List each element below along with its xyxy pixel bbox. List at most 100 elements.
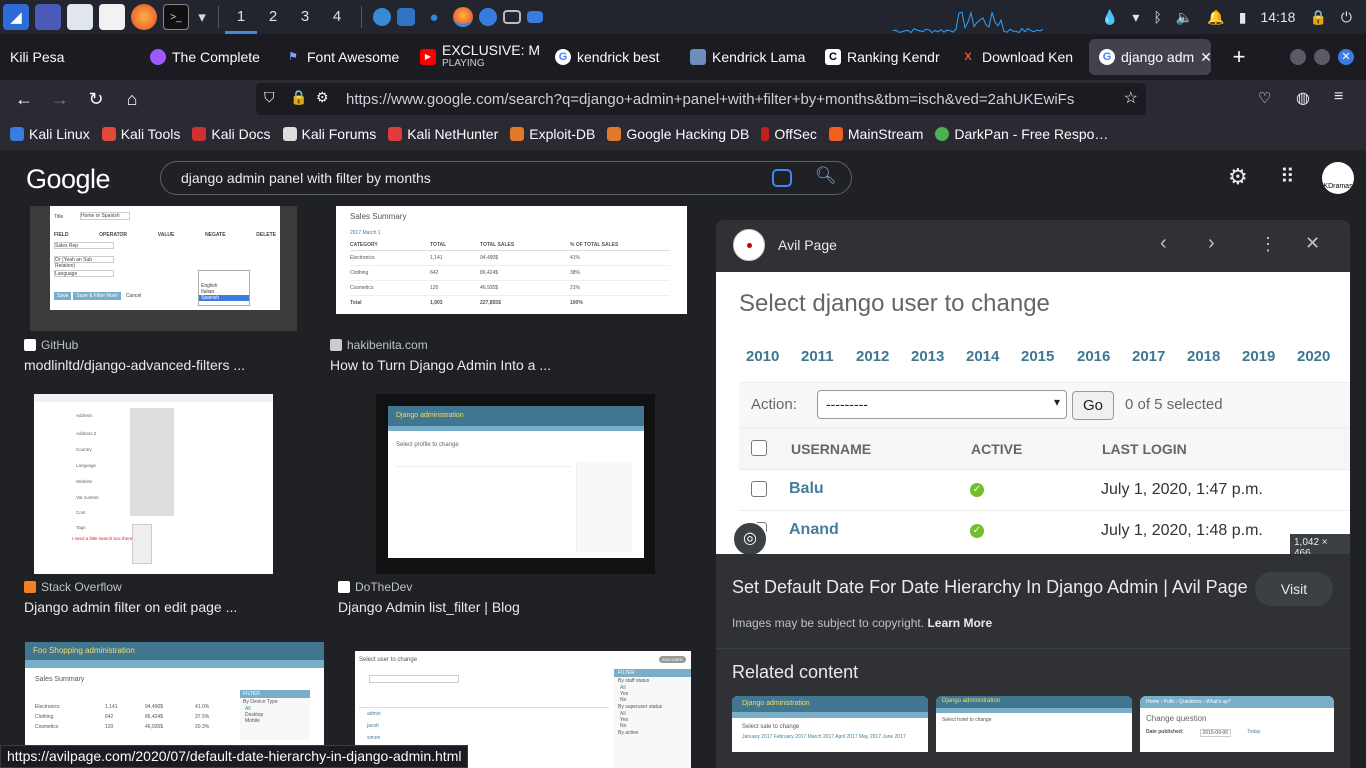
search-input[interactable]: django admin panel with filter by months… — [160, 161, 852, 195]
result-title[interactable]: Django admin filter on edit page ... — [24, 599, 237, 615]
url-bar[interactable]: ⛉ 🔒 ⚙ https://www.google.com/search?q=dj… — [256, 83, 1146, 115]
bookmark-darkpan[interactable]: DarkPan - Free Respo… — [935, 126, 1108, 142]
workspace-4[interactable]: 4 — [321, 0, 353, 34]
bookmark-star-icon[interactable]: ☆ — [1124, 88, 1138, 108]
desktop-icon[interactable] — [35, 4, 61, 30]
clock[interactable]: 14:18 — [1260, 9, 1295, 25]
chevron-down-icon[interactable]: ▾ — [195, 4, 209, 30]
bell-icon[interactable]: 🔔 — [1207, 9, 1224, 26]
new-tab-button[interactable]: + — [1221, 44, 1257, 70]
tab-download-kendrick[interactable]: X Download Ken — [950, 34, 1085, 80]
related-thumbnail[interactable]: Django administration Select hotel to ch… — [936, 696, 1132, 752]
lens-icon[interactable] — [772, 169, 792, 187]
home-icon[interactable]: ⌂ — [114, 89, 150, 110]
maximize-button[interactable] — [1314, 49, 1330, 65]
result-thumbnail-dothedev[interactable]: Django administration Select profile to … — [376, 394, 655, 574]
battery-icon[interactable]: ▮ — [1239, 9, 1247, 26]
result-source[interactable]: DoTheDev — [338, 580, 412, 594]
app-icon-blue-circle[interactable] — [373, 8, 391, 26]
visit-button[interactable]: Visit — [1255, 572, 1333, 606]
result-thumbnail-foo-shopping[interactable]: Foo Shopping administration Sales Summar… — [25, 642, 324, 745]
workspace-2[interactable]: 2 — [257, 0, 289, 34]
result-title[interactable]: modlinltd/django-advanced-filters ... — [24, 357, 245, 373]
bookmark-mainstream[interactable]: MainStream — [828, 126, 923, 142]
google-logo[interactable]: Google — [26, 164, 111, 195]
lock-icon[interactable]: 🔒 — [1309, 9, 1326, 26]
next-chevron-icon[interactable]: › — [1208, 232, 1215, 255]
search-icon[interactable]: 🔍︎ — [815, 166, 837, 186]
more-options-icon[interactable]: ⋮ — [1259, 234, 1277, 255]
result-source[interactable]: hakibenita.com — [330, 338, 428, 352]
bookmark-kali-docs[interactable]: Kali Docs — [192, 126, 271, 142]
tab-kendrick-best[interactable]: Gkendrick best — [545, 34, 680, 80]
forward-icon[interactable]: → — [42, 89, 78, 110]
bookmark-exploit-db[interactable]: Exploit-DB — [510, 126, 595, 142]
pocket-icon[interactable]: ♡ — [1258, 89, 1271, 107]
close-tab-icon[interactable]: ✕ — [1200, 49, 1211, 66]
settings-gear-icon[interactable]: ⚙ — [1228, 164, 1248, 190]
workspace-1[interactable]: 1 — [225, 0, 257, 34]
terminal-icon[interactable]: >_ — [163, 4, 189, 30]
related-thumbnail[interactable]: Home › Polls › Questions › What's up? Ch… — [1140, 696, 1334, 752]
apps-grid-icon[interactable]: ⠿ — [1280, 164, 1295, 189]
preview-image[interactable]: Select django user to change 2010 2011 2… — [716, 272, 1350, 554]
bookmark-offsec[interactable]: OffSec — [761, 126, 817, 142]
result-thumbnail-github[interactable]: Title Home or Spanish FIELD OPERATOR VALUE… — [30, 206, 297, 331]
back-icon[interactable]: ← — [6, 89, 42, 110]
avatar[interactable]: KDramas — [1322, 162, 1354, 194]
folder-icon[interactable] — [527, 11, 543, 23]
drop-icon[interactable]: 💧 — [1101, 9, 1118, 26]
previous-chevron-icon[interactable]: ‹ — [1160, 232, 1167, 255]
preview-site-name[interactable]: Avil Page — [778, 237, 837, 253]
volume-icon[interactable]: 🔈 — [1176, 9, 1193, 26]
reload-icon[interactable]: ↻ — [78, 89, 114, 110]
tab-kili-pesa[interactable]: Kili Pesa — [0, 34, 140, 80]
menu-icon[interactable]: ≡ — [1334, 88, 1343, 106]
tab-ranking-kendrick[interactable]: C Ranking Kendr — [815, 34, 950, 80]
search-query[interactable]: django admin panel with filter by months — [181, 170, 431, 186]
result-thumbnail-hakibenita[interactable]: Sales Summary 2017 March 1 CATEGORY TOTAL… — [336, 206, 687, 314]
result-title[interactable]: Django Admin list_filter | Blog — [338, 599, 520, 615]
lock-icon[interactable]: 🔒 — [290, 89, 307, 106]
wifi-icon[interactable]: ▾ — [1132, 9, 1139, 26]
close-window-button[interactable]: ✕ — [1338, 49, 1354, 65]
file-manager-icon[interactable] — [67, 4, 93, 30]
bluetooth-icon[interactable]: ᛒ — [1153, 9, 1161, 25]
url-text[interactable]: https://www.google.com/search?q=django+a… — [346, 91, 1106, 108]
power-icon[interactable]: ⏻ — [1341, 9, 1352, 26]
result-title[interactable]: How to Turn Django Admin Into a ... — [330, 357, 551, 373]
app-icon-screen[interactable] — [503, 10, 521, 24]
close-icon[interactable]: ✕ — [1305, 233, 1320, 254]
app-icon-drop[interactable]: ● — [421, 4, 447, 30]
firefox-icon[interactable] — [131, 4, 157, 30]
chrome-icon[interactable] — [479, 8, 497, 26]
tab-kendrick-lamar[interactable]: Kendrick Lama — [680, 34, 815, 80]
learn-more-link[interactable]: Learn More — [927, 616, 992, 630]
thumb-text: Tags — [76, 525, 86, 530]
text-editor-icon[interactable] — [99, 4, 125, 30]
tab-django-admin[interactable]: Gdjango adm ✕ — [1089, 39, 1211, 75]
permissions-icon[interactable]: ⚙ — [316, 89, 329, 106]
result-source[interactable]: Stack Overflow — [24, 580, 122, 594]
result-thumbnail-stackoverflow[interactable]: Address Address 2 Country Language Websi… — [34, 394, 273, 574]
shield-icon[interactable]: ⛉ — [264, 89, 275, 106]
bookmark-kali-linux[interactable]: Kali Linux — [10, 126, 90, 142]
preview-title[interactable]: Set Default Date For Date Hierarchy In D… — [732, 577, 1248, 598]
minimize-button[interactable] — [1290, 49, 1306, 65]
result-source[interactable]: GitHub — [24, 338, 78, 352]
site-favicon-icon[interactable] — [733, 229, 765, 261]
workspace-3[interactable]: 3 — [289, 0, 321, 34]
bookmark-kali-nethunter[interactable]: Kali NetHunter — [388, 126, 498, 142]
app-icon-document[interactable] — [397, 8, 415, 26]
tab-font-awesome[interactable]: ⚑ Font Awesome — [275, 34, 410, 80]
kali-menu-icon[interactable]: ◢ — [3, 4, 29, 30]
related-thumbnail[interactable]: Django administration Select sale to cha… — [732, 696, 928, 752]
firefox-window-icon[interactable] — [453, 7, 473, 27]
bookmark-kali-tools[interactable]: Kali Tools — [101, 126, 180, 142]
bookmark-google-hacking-db[interactable]: Google Hacking DB — [607, 126, 749, 142]
tab-youtube-exclusive[interactable]: ▶ EXCLUSIVE: M PLAYING — [410, 34, 545, 80]
lens-search-icon[interactable]: ◎ — [732, 521, 768, 554]
bookmark-kali-forums[interactable]: Kali Forums — [282, 126, 376, 142]
tab-the-complete[interactable]: The Complete — [140, 34, 275, 80]
globe-icon[interactable]: ◍ — [1296, 88, 1310, 108]
